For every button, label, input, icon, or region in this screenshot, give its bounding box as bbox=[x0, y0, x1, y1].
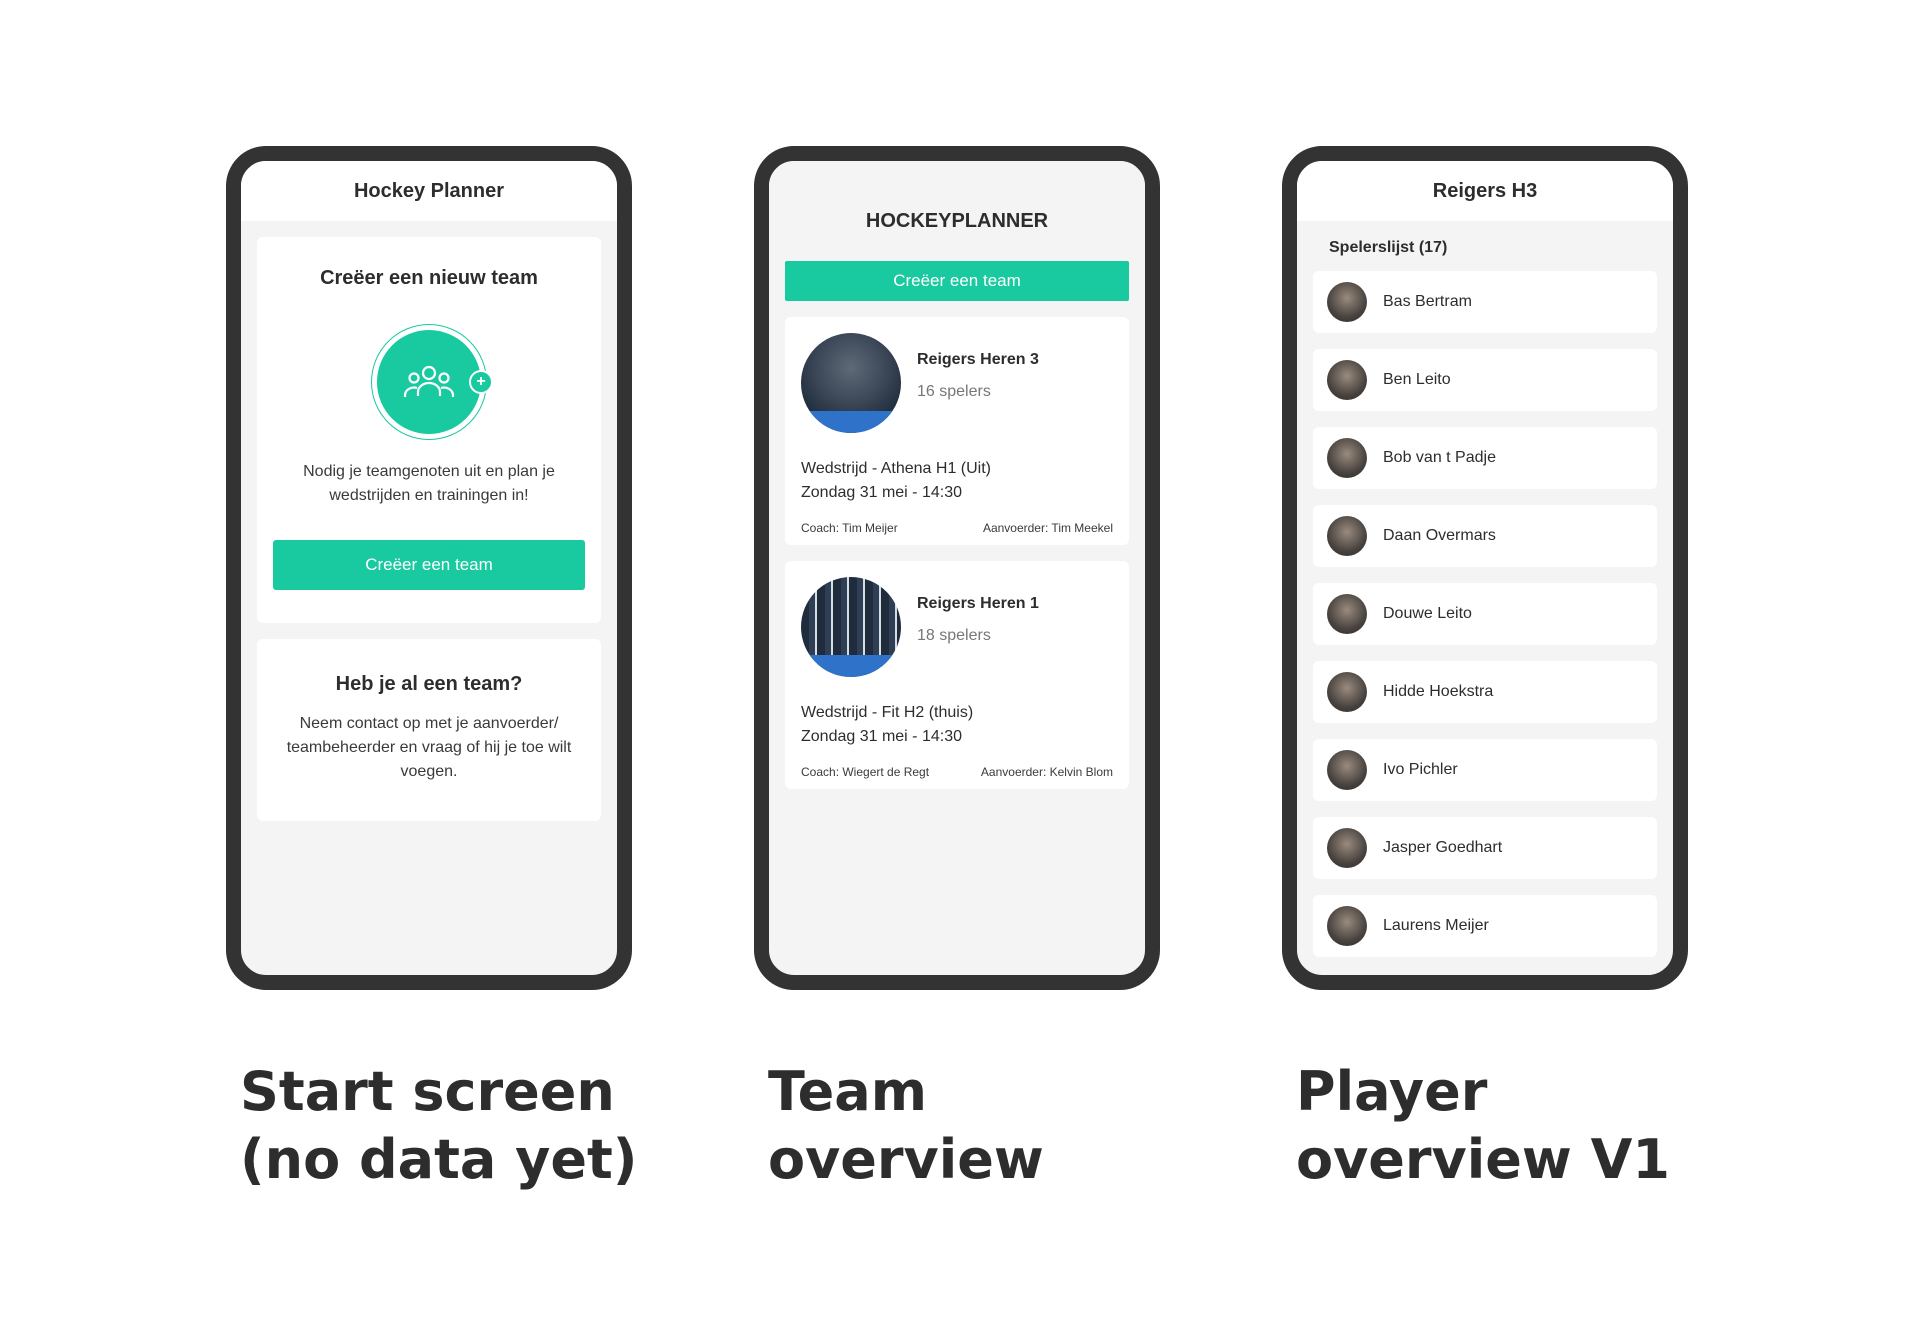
player-row[interactable]: Ben Leito bbox=[1313, 349, 1657, 411]
team-overview-caption: Team overview bbox=[768, 1060, 1044, 1191]
player-name: Bas Bertram bbox=[1383, 293, 1472, 310]
app-header: HOCKEYPLANNER bbox=[769, 161, 1145, 249]
start-screen-caption: Start screen (no data yet) bbox=[240, 1060, 638, 1191]
team-captain: Aanvoerder: Kelvin Blom bbox=[980, 765, 1113, 779]
match-date: Zondag 31 mei - 14:30 bbox=[801, 728, 962, 745]
player-name: Jasper Goedhart bbox=[1383, 839, 1503, 856]
team-coach: Coach: Wiegert de Regt bbox=[801, 765, 930, 779]
avatar bbox=[1327, 438, 1367, 478]
app-header: Hockey Planner bbox=[241, 161, 617, 221]
team-card[interactable]: Reigers Heren 3 16 spelers Wedstrijd - A… bbox=[785, 317, 1129, 545]
add-team-illustration: + bbox=[371, 324, 493, 440]
player-name: Douwe Leito bbox=[1383, 605, 1472, 622]
team-staff: Coach: Tim Meijer Aanvoerder: Tim Meekel bbox=[801, 521, 1113, 535]
existing-team-description: Neem contact op met je aanvoerder/ teamb… bbox=[286, 715, 572, 780]
team-player-count: 16 spelers bbox=[917, 383, 991, 400]
player-name: Daan Overmars bbox=[1383, 527, 1496, 544]
player-name: Laurens Meijer bbox=[1383, 917, 1489, 934]
app-title: HOCKEYPLANNER bbox=[865, 210, 1049, 232]
create-team-card: Creëer een nieuw team + Nodig je teamgen… bbox=[257, 237, 601, 623]
team-card-header: Reigers Heren 1 18 spelers bbox=[801, 577, 1113, 677]
avatar bbox=[1327, 672, 1367, 712]
player-list: Bas Bertram Ben Leito Bob van t Padje Da… bbox=[1297, 271, 1673, 957]
player-row[interactable]: Hidde Hoekstra bbox=[1313, 661, 1657, 723]
team-photo bbox=[801, 333, 901, 433]
player-row[interactable]: Laurens Meijer bbox=[1313, 895, 1657, 957]
player-row[interactable]: Daan Overmars bbox=[1313, 505, 1657, 567]
next-match: Wedstrijd - Athena H1 (Uit) Zondag 31 me… bbox=[801, 457, 1113, 505]
match-date: Zondag 31 mei - 14:30 bbox=[801, 484, 962, 501]
player-row[interactable]: Bas Bertram bbox=[1313, 271, 1657, 333]
team-meta: Reigers Heren 3 16 spelers bbox=[917, 351, 1039, 401]
player-row[interactable]: Douwe Leito bbox=[1313, 583, 1657, 645]
create-team-description: Nodig je teamgenoten uit en plan je weds… bbox=[303, 463, 555, 504]
player-name: Ivo Pichler bbox=[1383, 761, 1458, 778]
team-staff: Coach: Wiegert de Regt Aanvoerder: Kelvi… bbox=[801, 765, 1113, 779]
player-name: Bob van t Padje bbox=[1383, 449, 1496, 466]
team-meta: Reigers Heren 1 18 spelers bbox=[917, 595, 1039, 645]
avatar bbox=[1327, 828, 1367, 868]
team-overview-phone: HOCKEYPLANNER Creëer een team Reigers He… bbox=[754, 146, 1160, 990]
team-title: Reigers H3 bbox=[1432, 179, 1538, 202]
match-title: Wedstrijd - Athena H1 (Uit) bbox=[801, 460, 991, 477]
create-team-button[interactable]: Creëer een team bbox=[273, 540, 585, 590]
next-match: Wedstrijd - Fit H2 (thuis) Zondag 31 mei… bbox=[801, 701, 1113, 749]
existing-team-card: Heb je al een team? Neem contact op met … bbox=[257, 639, 601, 821]
avatar bbox=[1327, 594, 1367, 634]
avatar bbox=[1327, 516, 1367, 556]
avatar bbox=[1327, 906, 1367, 946]
team-photo bbox=[801, 577, 901, 677]
player-name: Ben Leito bbox=[1383, 371, 1451, 388]
app-title: Hockey Planner bbox=[353, 179, 505, 202]
player-overview-phone: Reigers H3 Spelerslijst (17) Bas Bertram… bbox=[1282, 146, 1688, 990]
player-row[interactable]: Jasper Goedhart bbox=[1313, 817, 1657, 879]
plus-icon[interactable]: + bbox=[469, 370, 493, 394]
match-title: Wedstrijd - Fit H2 (thuis) bbox=[801, 704, 974, 721]
app-header: Reigers H3 bbox=[1297, 161, 1673, 221]
avatar bbox=[1327, 750, 1367, 790]
team-name: Reigers Heren 3 bbox=[917, 351, 1039, 368]
team-card[interactable]: Reigers Heren 1 18 spelers Wedstrijd - F… bbox=[785, 561, 1129, 789]
team-card-header: Reigers Heren 3 16 spelers bbox=[801, 333, 1113, 433]
team-name: Reigers Heren 1 bbox=[917, 595, 1039, 612]
team-captain: Aanvoerder: Tim Meekel bbox=[982, 521, 1113, 535]
existing-team-title: Heb je al een team? bbox=[335, 673, 523, 695]
team-player-count: 18 spelers bbox=[917, 627, 991, 644]
player-row[interactable]: Ivo Pichler bbox=[1313, 739, 1657, 801]
create-team-title: Creëer een nieuw team bbox=[320, 267, 538, 289]
avatar bbox=[1327, 282, 1367, 322]
player-row[interactable]: Bob van t Padje bbox=[1313, 427, 1657, 489]
avatar bbox=[1327, 360, 1367, 400]
create-team-button[interactable]: Creëer een team bbox=[785, 261, 1129, 301]
player-list-title: Spelerslijst (17) bbox=[1329, 239, 1448, 256]
player-overview-caption: Player overview V1 bbox=[1296, 1060, 1670, 1191]
team-icon bbox=[377, 330, 481, 434]
team-coach: Coach: Tim Meijer bbox=[801, 521, 898, 535]
start-screen-phone: Hockey Planner Creëer een nieuw team + N… bbox=[226, 146, 632, 990]
player-name: Hidde Hoekstra bbox=[1383, 683, 1494, 700]
